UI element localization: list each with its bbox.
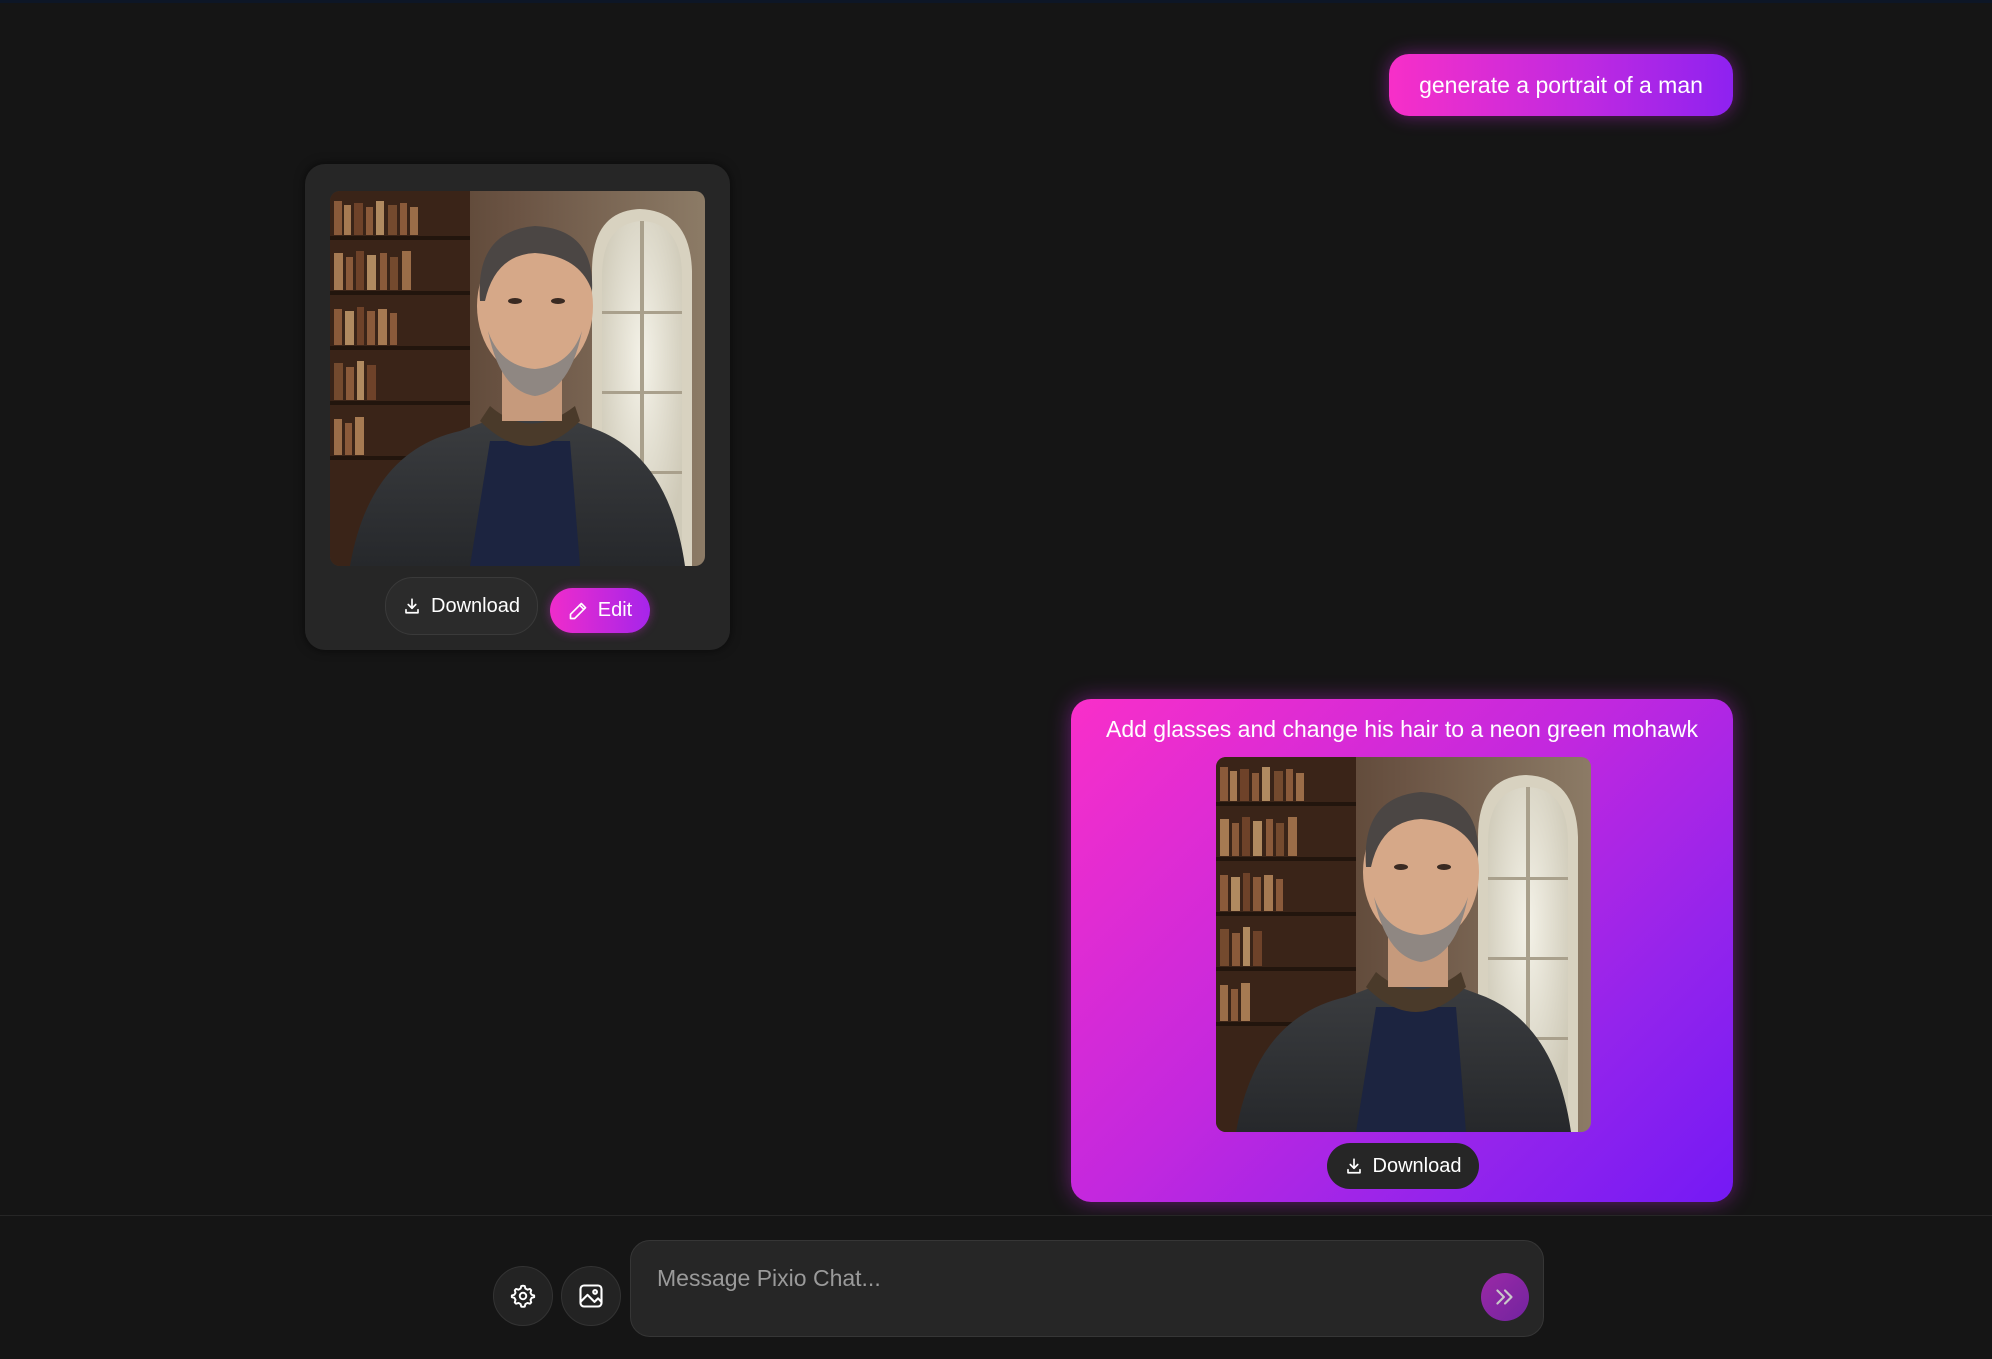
download-icon [1346,1158,1361,1174]
message-box [630,1240,1544,1337]
download-button-label: Download [431,594,520,617]
edit-button[interactable]: Edit [550,588,650,633]
generated-portrait-image[interactable] [330,191,705,566]
download-icon [405,598,419,614]
attached-portrait-image[interactable] [1216,757,1591,1132]
image-icon [579,1284,603,1308]
composer-bar [0,1215,1992,1359]
download-button[interactable]: Download [385,577,538,635]
download-button[interactable]: Download [1327,1143,1479,1189]
user-message-bubble: generate a portrait of a man [1389,54,1733,116]
chat-area: generate a portrait of a man Download Ed… [0,3,1992,1215]
pencil-icon [569,602,587,619]
user-message-text: generate a portrait of a man [1419,71,1703,98]
download-button-label: Download [1372,1154,1462,1177]
settings-button[interactable] [493,1266,553,1326]
gear-icon [510,1284,536,1308]
image-upload-button[interactable] [561,1266,621,1326]
message-input[interactable] [655,1257,1459,1299]
send-button[interactable] [1481,1273,1529,1321]
user-edit-message-text: Add glasses and change his hair to a neo… [1105,716,1698,742]
edit-button-label: Edit [597,599,633,621]
user-edit-message-bubble: Add glasses and change his hair to a neo… [1071,699,1733,1202]
double-chevron-right-icon [1496,1289,1513,1305]
assistant-image-card: Download Edit [305,164,730,650]
